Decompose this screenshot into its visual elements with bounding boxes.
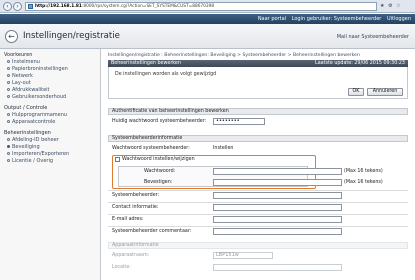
bullet-icon	[7, 137, 10, 141]
bullet-icon	[7, 119, 10, 123]
sidebar-item-device-control[interactable]: Apparaatcontrole	[7, 119, 55, 125]
bullet-icon	[7, 94, 10, 98]
sidebar-item-utility-menu[interactable]: Hulpprogrammamenu	[7, 112, 67, 118]
auth-section-header: Authentificatie van beheerinstellingen b…	[108, 108, 408, 115]
bullet-icon	[7, 112, 10, 116]
divider	[108, 190, 408, 191]
divider	[108, 226, 408, 227]
url-path: :8000/rps/system.cgi?Action=SET_SYSTEM&C…	[81, 4, 215, 9]
sidebar-item-security[interactable]: Beveiliging	[7, 144, 40, 150]
sidebar-item-paper-source[interactable]: Papierbroninstellingen	[7, 66, 68, 72]
confirm-password-input[interactable]	[213, 179, 342, 186]
sidebar-group-management: Beheerinstellingen	[4, 130, 51, 136]
page-icon	[28, 4, 33, 9]
confirm-max-chars: (Max 16 tekens)	[344, 180, 383, 185]
sidebar-item-print-quality[interactable]: Afdrukkwaliteit	[7, 87, 50, 93]
mail-admin-link[interactable]: Mail naar Systeembeheerder	[337, 34, 409, 40]
contact-input[interactable]	[213, 204, 342, 211]
sidebar-group-output: Output / Controle	[4, 105, 48, 111]
sidebar-item-import-export[interactable]: Importeren/Exporteren	[7, 151, 69, 157]
breadcrumb: Instellingen/registratie : Beheerinstell…	[108, 53, 360, 58]
sidebar-item-network[interactable]: Netwerk	[7, 73, 33, 79]
admin-name-label: Systeembeheerder:	[112, 193, 160, 198]
last-updated-text: Laatste update: 29/06 2015 09:30:23	[315, 61, 405, 66]
cancel-button[interactable]: Annuleren	[367, 88, 403, 96]
sidebar-item-layout[interactable]: Lay-out	[7, 80, 31, 86]
ok-button[interactable]: OK	[348, 88, 364, 96]
browser-tools-icons[interactable]: ★ ⚙ ☆	[380, 2, 412, 11]
sidebar-item-department-id[interactable]: Afdeling-ID beheer	[7, 137, 59, 143]
location-label: Locatie:	[112, 265, 131, 270]
bullet-icon	[7, 73, 10, 77]
admin-password-status: Instellen	[213, 146, 234, 151]
password-max-chars: (Max 16 tekens)	[344, 169, 383, 174]
current-password-label: Huidig wachtwoord systeembeheerder:	[112, 119, 207, 124]
device-section-header: Apparaatinformatie	[108, 242, 408, 249]
bullet-icon	[7, 87, 10, 91]
password-label: Wachtwoord:	[144, 169, 176, 174]
top-navigation-bar: Naar portal Login gebruiker: Systeembehe…	[0, 14, 415, 24]
bullet-icon	[7, 151, 10, 155]
divider	[108, 214, 408, 215]
email-input[interactable]	[213, 216, 342, 223]
sidebar-item-license[interactable]: Licentie / Overig	[7, 158, 53, 164]
info-section-header: Systeembeheerderinformatie	[108, 135, 408, 142]
bullet-icon	[7, 66, 10, 70]
sidebar-item-user-maintenance[interactable]: Gebruikersonderhoud	[7, 94, 66, 100]
logout-link[interactable]: Uitloggen	[387, 16, 411, 22]
bullet-icon	[7, 59, 10, 63]
bullet-icon	[7, 144, 10, 148]
email-label: E-mail adres:	[112, 217, 144, 222]
confirm-label: Bevestigen:	[144, 180, 173, 185]
address-bar[interactable]: http://192.168.1.81:8000/rps/system.cgi?…	[25, 2, 377, 11]
password-input[interactable]	[213, 168, 342, 175]
bullet-icon	[7, 158, 10, 162]
location-input[interactable]	[213, 264, 342, 271]
change-password-checkbox[interactable]	[115, 157, 120, 162]
admin-password-label: Wachtwoord systeembeheerder:	[112, 146, 190, 151]
sidebar-group-preferences: Voorkeuren	[4, 52, 33, 58]
login-user-text: Login gebruiker: Systeembeheerder	[291, 16, 382, 22]
panel-title: Beheerinstellingen bewerken	[111, 61, 181, 66]
bullet-icon	[7, 80, 10, 84]
page-header: ← Instellingen/registratie Mail naar Sys…	[0, 24, 415, 49]
device-name-label: Apparaatnaam:	[112, 253, 150, 258]
browser-toolbar: ‹ › http://192.168.1.81:8000/rps/system.…	[0, 0, 415, 13]
comment-input[interactable]	[213, 228, 342, 235]
portal-link[interactable]: Naar portal	[258, 16, 286, 22]
notice-text: De instellingen worden als volgt gewijzi…	[115, 72, 217, 77]
divider	[108, 202, 408, 203]
browser-forward-icon[interactable]: ›	[13, 2, 22, 11]
notice-panel: De instellingen worden als volgt gewijzi…	[108, 67, 408, 99]
back-arrow-icon[interactable]: ←	[5, 30, 18, 43]
change-password-label: Wachtwoord instellen/wijzigen	[122, 157, 195, 162]
admin-name-input[interactable]	[213, 192, 342, 199]
browser-back-icon[interactable]: ‹	[3, 2, 12, 11]
page-title: Instellingen/registratie	[23, 31, 120, 41]
comment-label: Systeembeheerder commentaar:	[112, 229, 192, 234]
sidebar-item-setup-menu[interactable]: Instelmenu	[7, 59, 40, 65]
current-password-input[interactable]: ••••••••	[213, 118, 265, 125]
panel-title-bar: Beheerinstellingen bewerken Laatste upda…	[108, 60, 408, 67]
sidebar: Voorkeuren Instelmenu Papierbroninstelli…	[0, 49, 101, 280]
url-host: http://192.168.1.81	[35, 4, 82, 9]
contact-label: Contact informatie:	[112, 205, 159, 210]
device-name-input[interactable]: LBP151w	[213, 252, 273, 259]
